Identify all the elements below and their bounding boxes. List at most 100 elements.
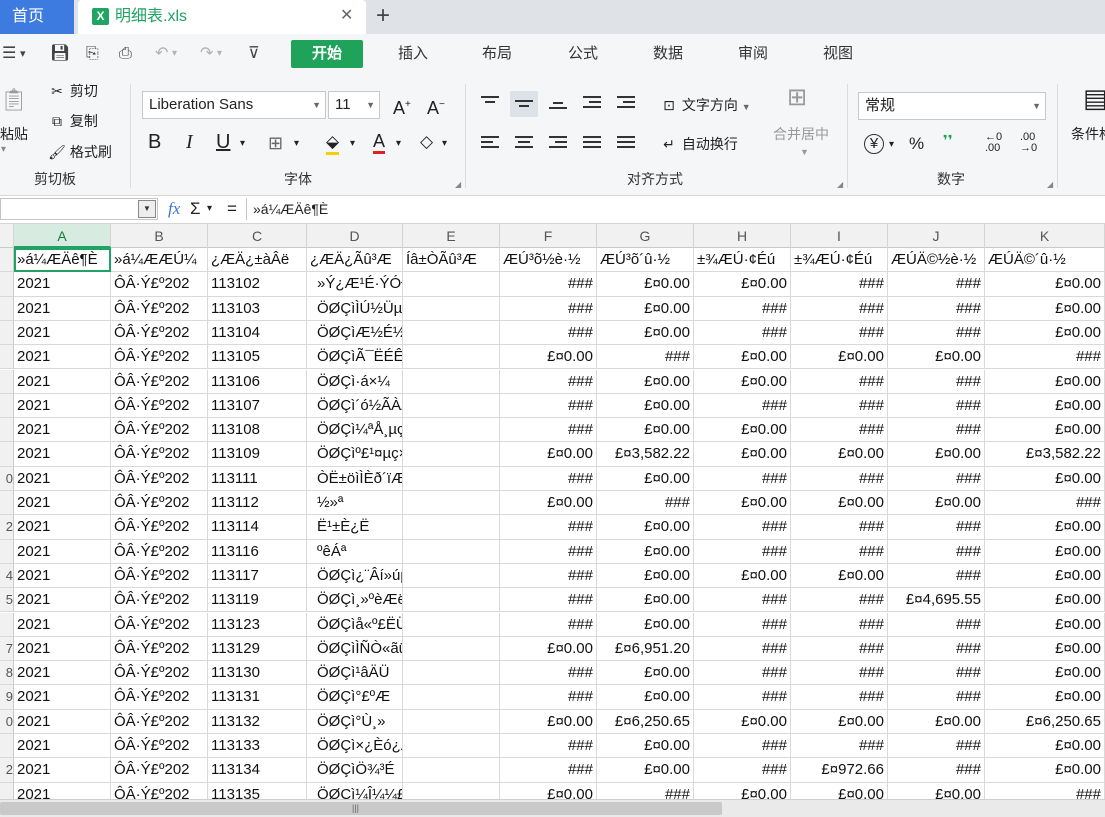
menu-hamburger-icon[interactable]: ☰ — [2, 43, 16, 65]
italic-button[interactable]: I — [186, 132, 193, 152]
cell-a8[interactable]: 2021 — [14, 418, 111, 443]
cell-k2[interactable]: £¤0.00 — [985, 272, 1105, 297]
cell-k16[interactable]: £¤0.00 — [985, 612, 1105, 637]
cell-i17[interactable]: ### — [791, 636, 888, 662]
cell-g6[interactable]: £¤0.00 — [597, 369, 694, 394]
chevron-down-icon[interactable]: ▼ — [138, 200, 156, 218]
cell-d17[interactable]: ÖØÇìÌÑÒ«ãüÆÖ»úÓÐµ — [307, 636, 403, 662]
cell-g19[interactable]: £¤0.00 — [597, 685, 694, 710]
clear-format-dropdown-icon[interactable]: ▾ — [442, 134, 447, 154]
cell-d1[interactable]: ¿ÆÄ¿Ãû³Æ — [307, 248, 403, 273]
cell-i16[interactable]: ### — [791, 612, 888, 637]
cell-k5[interactable]: ### — [985, 345, 1105, 370]
cell-e20[interactable] — [403, 709, 500, 734]
cell-g10[interactable]: £¤0.00 — [597, 466, 694, 491]
cell-c4[interactable]: 113104 — [208, 320, 307, 346]
cell-j14[interactable]: ### — [888, 563, 985, 589]
cell-e22[interactable] — [403, 758, 500, 783]
cell-b15[interactable]: ÔÂ·Ý£º202 — [111, 588, 208, 613]
cell-a11[interactable]: 2021 — [14, 491, 111, 516]
column-header-a[interactable]: A — [14, 224, 111, 248]
cell-i21[interactable]: ### — [791, 734, 888, 759]
fill-color-icon[interactable]: ⬙ — [326, 132, 340, 155]
cell-g20[interactable]: £¤6,250.65 — [597, 709, 694, 734]
cell-k12[interactable]: £¤0.00 — [985, 515, 1105, 540]
cell-g23[interactable]: ### — [597, 782, 694, 799]
column-header-j[interactable]: J — [888, 224, 985, 248]
row-header[interactable] — [0, 782, 14, 799]
cell-e11[interactable] — [403, 491, 500, 516]
tab-formulas[interactable]: 公式 — [553, 40, 613, 68]
cell-a6[interactable]: 2021 — [14, 369, 111, 394]
cell-h9[interactable]: £¤0.00 — [694, 442, 791, 467]
cell-f19[interactable]: ### — [500, 685, 597, 710]
cell-f22[interactable]: ### — [500, 758, 597, 783]
cell-a12[interactable]: 2021 — [14, 515, 111, 540]
row-header[interactable]: 8 — [0, 661, 14, 686]
cell-b11[interactable]: ÔÂ·Ý£º202 — [111, 491, 208, 516]
row-header[interactable]: 9 — [0, 685, 14, 710]
cell-c21[interactable]: 113133 — [208, 734, 307, 759]
cell-c16[interactable]: 113123 — [208, 612, 307, 637]
tab-data[interactable]: 数据 — [638, 40, 698, 68]
cell-e8[interactable] — [403, 418, 500, 443]
cell-k8[interactable]: £¤0.00 — [985, 418, 1105, 443]
cell-h2[interactable]: £¤0.00 — [694, 272, 791, 297]
cell-f16[interactable]: ### — [500, 612, 597, 637]
row-header[interactable] — [0, 248, 14, 273]
row-header[interactable] — [0, 491, 14, 516]
cell-h4[interactable]: ### — [694, 320, 791, 346]
cell-h12[interactable]: ### — [694, 515, 791, 540]
cell-i11[interactable]: £¤0.00 — [791, 491, 888, 516]
cell-b14[interactable]: ÔÂ·Ý£º202 — [111, 563, 208, 589]
cell-i10[interactable]: ### — [791, 466, 888, 491]
tab-review[interactable]: 审阅 — [723, 40, 783, 68]
conditional-format-button[interactable]: 条件格 — [1071, 124, 1105, 144]
column-header-h[interactable]: H — [694, 224, 791, 248]
cell-h16[interactable]: ### — [694, 612, 791, 637]
cell-a19[interactable]: 2021 — [14, 685, 111, 710]
cell-g1[interactable]: ÆÚ³õ´û·½ — [597, 248, 694, 273]
cell-k14[interactable]: £¤0.00 — [985, 563, 1105, 589]
cell-a4[interactable]: 2021 — [14, 320, 111, 346]
cell-g16[interactable]: £¤0.00 — [597, 612, 694, 637]
tab-start[interactable]: 开始 — [291, 40, 363, 68]
cell-c20[interactable]: 113132 — [208, 709, 307, 734]
cell-c10[interactable]: 113111 — [208, 466, 307, 491]
cell-f12[interactable]: ### — [500, 515, 597, 540]
cell-b23[interactable]: ÔÂ·Ý£º202 — [111, 782, 208, 799]
cell-e12[interactable] — [403, 515, 500, 540]
cell-h14[interactable]: £¤0.00 — [694, 563, 791, 589]
cell-e5[interactable] — [403, 345, 500, 370]
cell-k3[interactable]: £¤0.00 — [985, 296, 1105, 321]
cell-c18[interactable]: 113130 — [208, 661, 307, 686]
cell-a18[interactable]: 2021 — [14, 661, 111, 686]
cell-a2[interactable]: 2021 — [14, 272, 111, 297]
column-header-g[interactable]: G — [597, 224, 694, 248]
cell-e18[interactable] — [403, 661, 500, 686]
row-header[interactable]: 5 — [0, 588, 14, 613]
conditional-format-icon[interactable]: ▤ — [1083, 85, 1105, 111]
cell-g9[interactable]: £¤3,582.22 — [597, 442, 694, 467]
wrap-text-button[interactable]: ↵ 自动换行 — [660, 134, 738, 154]
cell-b20[interactable]: ÔÂ·Ý£º202 — [111, 709, 208, 734]
cell-f6[interactable]: ### — [500, 369, 597, 394]
cell-b8[interactable]: ÔÂ·Ý£º202 — [111, 418, 208, 443]
row-header[interactable] — [0, 393, 14, 419]
redo-icon[interactable]: ↷ — [200, 43, 213, 65]
cell-g8[interactable]: £¤0.00 — [597, 418, 694, 443]
cell-j18[interactable]: ### — [888, 661, 985, 686]
bold-button[interactable]: B — [148, 132, 161, 152]
cell-a20[interactable]: 2021 — [14, 709, 111, 734]
cell-c1[interactable]: ¿ÆÄ¿±àÂë — [208, 248, 307, 273]
row-header[interactable] — [0, 442, 14, 467]
tab-home[interactable]: 首页 — [0, 0, 74, 34]
cell-f14[interactable]: ### — [500, 563, 597, 589]
cell-i1[interactable]: ±¾ÆÚ·¢Éú — [791, 248, 888, 273]
cell-h21[interactable]: ### — [694, 734, 791, 759]
cell-b17[interactable]: ÔÂ·Ý£º202 — [111, 636, 208, 662]
cell-i14[interactable]: £¤0.00 — [791, 563, 888, 589]
cell-b12[interactable]: ÔÂ·Ý£º202 — [111, 515, 208, 540]
cell-f3[interactable]: ### — [500, 296, 597, 321]
cell-f18[interactable]: ### — [500, 661, 597, 686]
